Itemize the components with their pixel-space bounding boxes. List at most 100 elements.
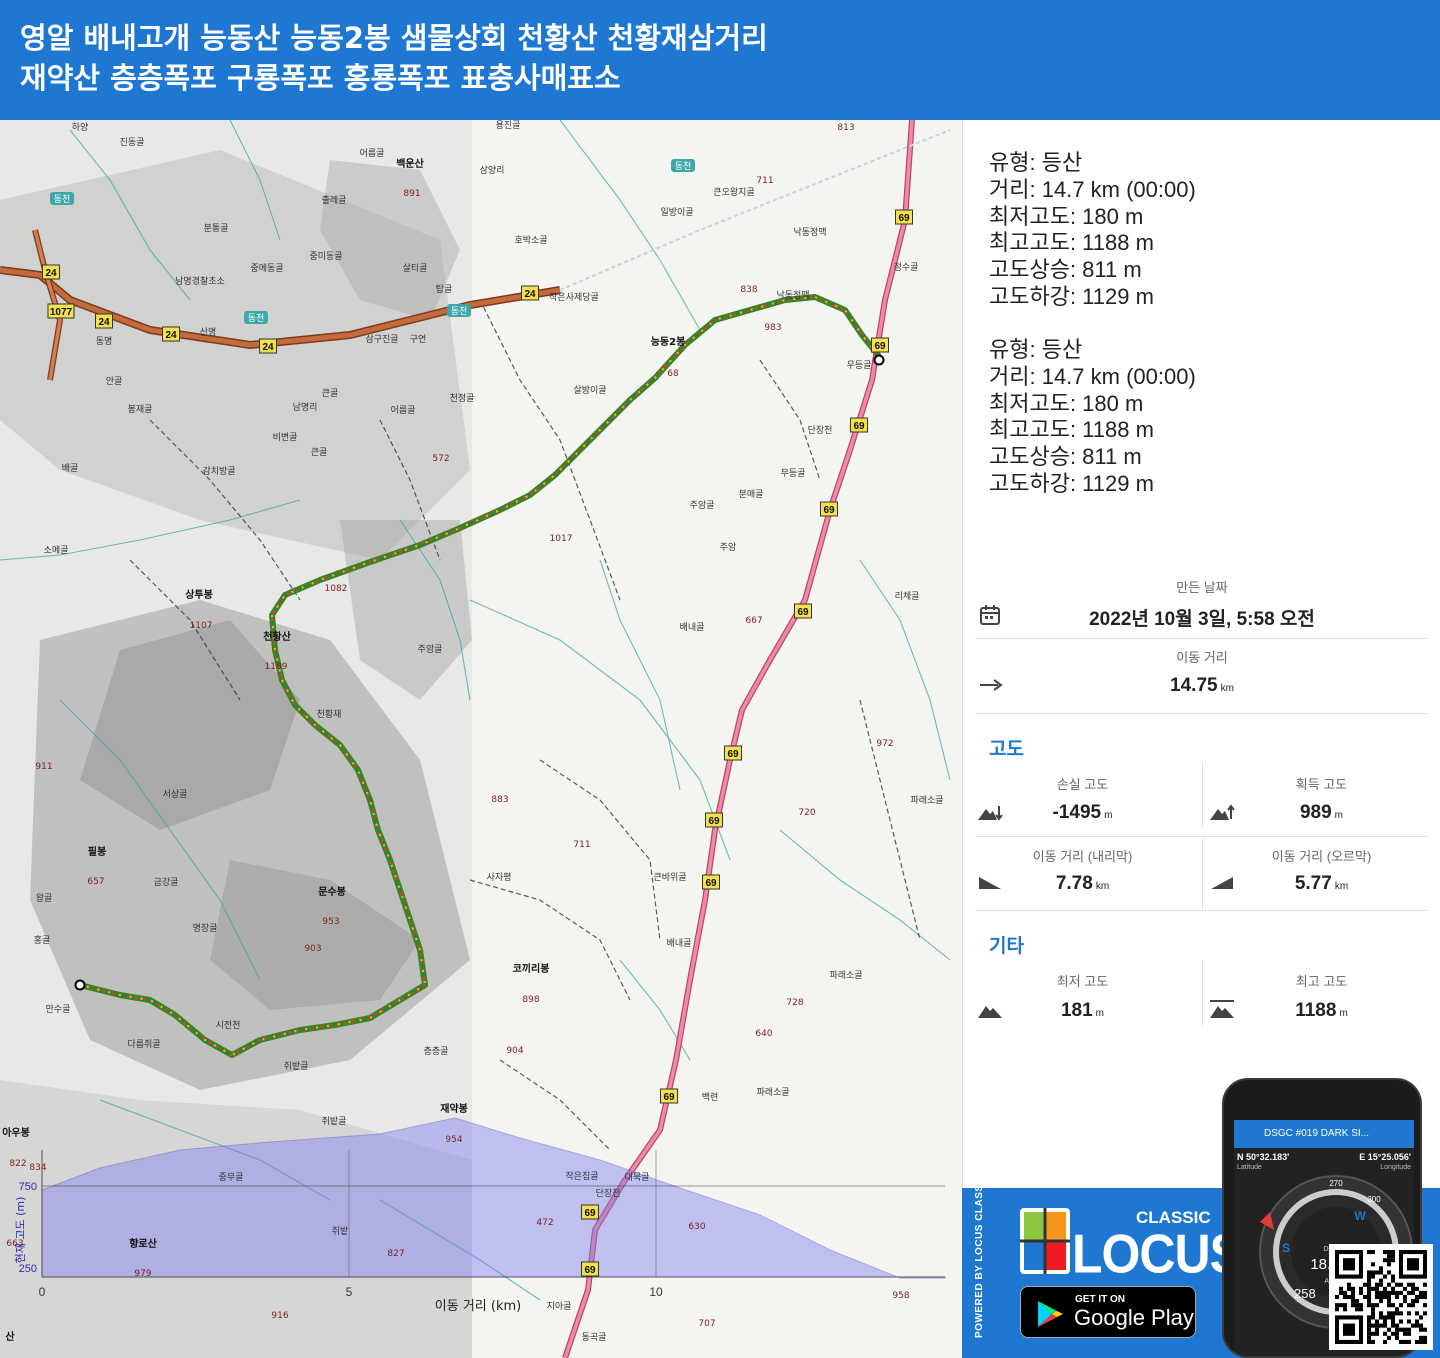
map-label: 하양 xyxy=(72,122,89,133)
qr-module xyxy=(1391,1254,1395,1259)
qr-module xyxy=(1387,1290,1391,1295)
qr-module xyxy=(1339,1286,1343,1291)
qr-module xyxy=(1415,1294,1419,1300)
map-label: 정수골 xyxy=(894,262,919,273)
map-label: 우등골 xyxy=(847,360,872,371)
map-label: 663 xyxy=(6,1239,23,1249)
map-label: 1017 xyxy=(550,534,573,544)
qr-finder-module xyxy=(1343,1258,1355,1271)
qr-module xyxy=(1395,1327,1399,1332)
qr-module xyxy=(1379,1282,1383,1287)
qr-code[interactable] xyxy=(1329,1244,1433,1350)
qr-module xyxy=(1391,1274,1395,1279)
lost-altitude-number: -1495 xyxy=(1052,802,1102,823)
topographic-map[interactable]: 750 250 0 5 10 이동 거리 (km) 현재 고도 (m) 24 10… xyxy=(0,120,962,1358)
qr-module xyxy=(1351,1294,1355,1300)
google-play-badge[interactable]: GET IT ON Google Play xyxy=(1020,1286,1196,1338)
qr-module xyxy=(1367,1286,1371,1291)
qr-module xyxy=(1379,1278,1383,1283)
other-section-title: 기타 xyxy=(989,936,1024,957)
map-label: 838 xyxy=(740,285,757,295)
map-label: 68 xyxy=(667,369,679,379)
qr-module xyxy=(1367,1250,1371,1255)
qr-module xyxy=(1379,1266,1383,1271)
min-altitude-value: 181 m xyxy=(963,1000,1202,1022)
map-label: 소메골 xyxy=(44,545,69,556)
qr-module xyxy=(1363,1294,1367,1300)
map-label: 주암 xyxy=(720,541,737,553)
qr-module xyxy=(1351,1290,1355,1295)
map-label: 층층골 xyxy=(424,1046,449,1057)
qr-module xyxy=(1367,1315,1371,1320)
road-shield-number: 24 xyxy=(98,317,110,328)
map-label: 봉재골 xyxy=(128,404,153,415)
qr-module xyxy=(1395,1290,1399,1295)
map-label: 백련 xyxy=(702,1092,719,1103)
phone-title-bar: DSGC #019 DARK SI... xyxy=(1234,1120,1414,1148)
qr-module xyxy=(1355,1307,1359,1312)
qr-module xyxy=(1339,1303,1343,1308)
min-altitude-label: 최저 고도 xyxy=(1056,974,1109,989)
qr-module xyxy=(1379,1299,1383,1304)
map-label: 산명 xyxy=(200,327,217,338)
map-label: 산 xyxy=(5,1330,15,1343)
qr-module xyxy=(1383,1319,1387,1324)
moving-distance-number: 14.75 xyxy=(1170,675,1218,696)
map-label: 711 xyxy=(573,840,590,850)
qr-module xyxy=(1379,1290,1383,1295)
qr-module xyxy=(1375,1294,1379,1300)
uphill-distance-value: 5.77 km xyxy=(1202,873,1440,895)
qr-module xyxy=(1343,1307,1347,1312)
qr-module xyxy=(1407,1319,1411,1324)
map-label: 827 xyxy=(387,1249,404,1259)
map-label: 남명경찰초소 xyxy=(175,275,225,287)
qr-module xyxy=(1375,1290,1379,1295)
qr-module xyxy=(1375,1319,1379,1324)
max-altitude-value: 1188 m xyxy=(1202,1000,1440,1022)
phone-latitude: N 50°32.183' xyxy=(1237,1152,1290,1162)
qr-module xyxy=(1367,1274,1371,1279)
phone-longitude: E 15°25.056' xyxy=(1359,1152,1411,1162)
qr-module xyxy=(1343,1290,1347,1295)
qr-module xyxy=(1371,1262,1375,1267)
qr-module xyxy=(1407,1290,1411,1295)
get-it-on-text: GET IT ON xyxy=(1075,1294,1125,1305)
stream-label: 동천 xyxy=(675,161,692,172)
map-label: 파래소골 xyxy=(910,795,943,806)
qr-module xyxy=(1423,1335,1427,1340)
qr-module xyxy=(1367,1335,1371,1340)
qr-module xyxy=(1415,1319,1419,1324)
qr-module xyxy=(1407,1339,1411,1344)
moving-distance-unit: km xyxy=(1220,683,1234,694)
map-label: 1107 xyxy=(190,621,213,631)
qr-module xyxy=(1411,1303,1415,1308)
qr-module xyxy=(1387,1258,1391,1263)
map-label: 834 xyxy=(29,1163,46,1173)
downhill-distance-number: 7.78 xyxy=(1055,873,1093,894)
map-label: 재약봉 xyxy=(440,1102,468,1115)
qr-module xyxy=(1387,1299,1391,1304)
map-label: 711 xyxy=(756,176,773,186)
qr-module xyxy=(1351,1299,1355,1304)
track-end-marker xyxy=(873,354,885,366)
map-label: 비변골 xyxy=(273,432,298,443)
summary-distance: 거리: 14.7 km (00:00) xyxy=(989,176,1196,202)
qr-module xyxy=(1391,1290,1395,1295)
summary-max-alt: 최고고도: 1188 m xyxy=(989,230,1154,256)
qr-module xyxy=(1423,1339,1427,1344)
map-canvas[interactable]: 750 250 0 5 10 이동 거리 (km) 현재 고도 (m) 24 10… xyxy=(0,120,962,1358)
qr-module xyxy=(1411,1290,1415,1295)
qr-module xyxy=(1375,1282,1379,1287)
qr-module xyxy=(1411,1286,1415,1291)
map-label: 큰바위골 xyxy=(653,872,686,883)
qr-module xyxy=(1367,1319,1371,1324)
qr-module xyxy=(1375,1331,1379,1336)
road-shield-number: 24 xyxy=(165,330,177,341)
qr-module xyxy=(1419,1327,1423,1332)
altitude-section-title: 고도 xyxy=(989,739,1024,760)
map-label: 명장골 xyxy=(193,923,218,934)
qr-module xyxy=(1347,1282,1351,1287)
map-label: 감치방골 xyxy=(202,465,235,477)
map-label: 953 xyxy=(322,917,339,927)
map-label: 살티골 xyxy=(403,263,428,274)
